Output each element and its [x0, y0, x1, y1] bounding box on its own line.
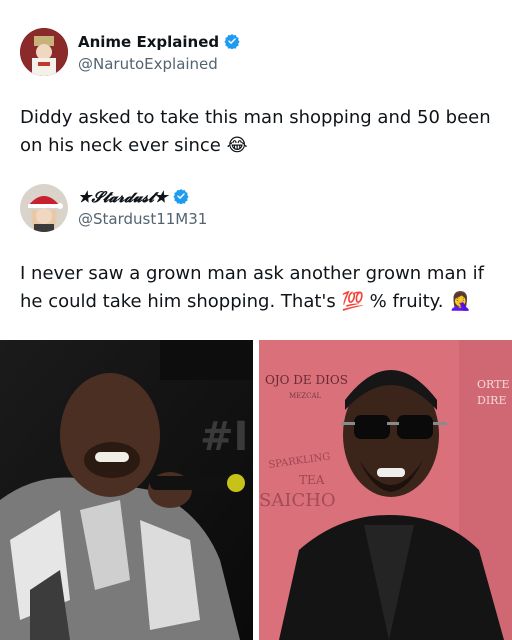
photo-grid[interactable]: #I OJO DE DIOS MEZCAL SPARKLING TEA SAIC…: [0, 340, 512, 640]
verified-badge-icon: [172, 188, 189, 205]
stardust-avatar-image: [20, 184, 68, 232]
photo-right-image: OJO DE DIOS MEZCAL SPARKLING TEA SAICHO …: [259, 340, 512, 640]
sign-mezcal: MEZCAL: [289, 392, 322, 400]
anime-avatar-image: [20, 28, 68, 76]
photo-left[interactable]: #I: [0, 340, 253, 640]
left-backdrop-text: #I: [200, 414, 248, 460]
tweet-text-2: I never saw a grown man ask another grow…: [20, 260, 500, 316]
tweet-text-1: Diddy asked to take this man shopping an…: [20, 104, 500, 160]
sign-ojo-de-dios: OJO DE DIOS: [265, 373, 348, 387]
sign-edge-dire: DIRE: [477, 394, 506, 407]
verified-badge-icon: [224, 33, 240, 50]
avatar-stardust[interactable]: [20, 184, 68, 232]
facepalm-emoji-icon: 🤦‍♀️: [449, 291, 472, 312]
handle-stardust[interactable]: @Stardust11M31: [78, 210, 207, 228]
sign-saicho: SAICHO: [259, 490, 336, 511]
avatar-anime-explained[interactable]: [20, 28, 68, 76]
handle-anime-explained[interactable]: @NarutoExplained: [78, 55, 218, 73]
display-name-stardust[interactable]: ★𝓢𝓽𝓪𝓻𝓭𝓾𝓼𝓽★: [78, 188, 189, 206]
photo-right[interactable]: OJO DE DIOS MEZCAL SPARKLING TEA SAICHO …: [259, 340, 512, 640]
laughing-emoji-icon: 😂: [226, 135, 248, 156]
hundred-emoji-icon: 💯: [341, 291, 364, 312]
photo-left-image: #I: [0, 340, 253, 640]
tweet-text-2-tail: % fruity.: [369, 291, 444, 312]
sign-edge-orte: ORTE: [477, 378, 509, 391]
tweet-text-1-body: Diddy asked to take this man shopping an…: [20, 107, 491, 156]
display-name-anime-explained[interactable]: Anime Explained: [78, 33, 240, 51]
sign-tea: TEA: [299, 473, 325, 487]
